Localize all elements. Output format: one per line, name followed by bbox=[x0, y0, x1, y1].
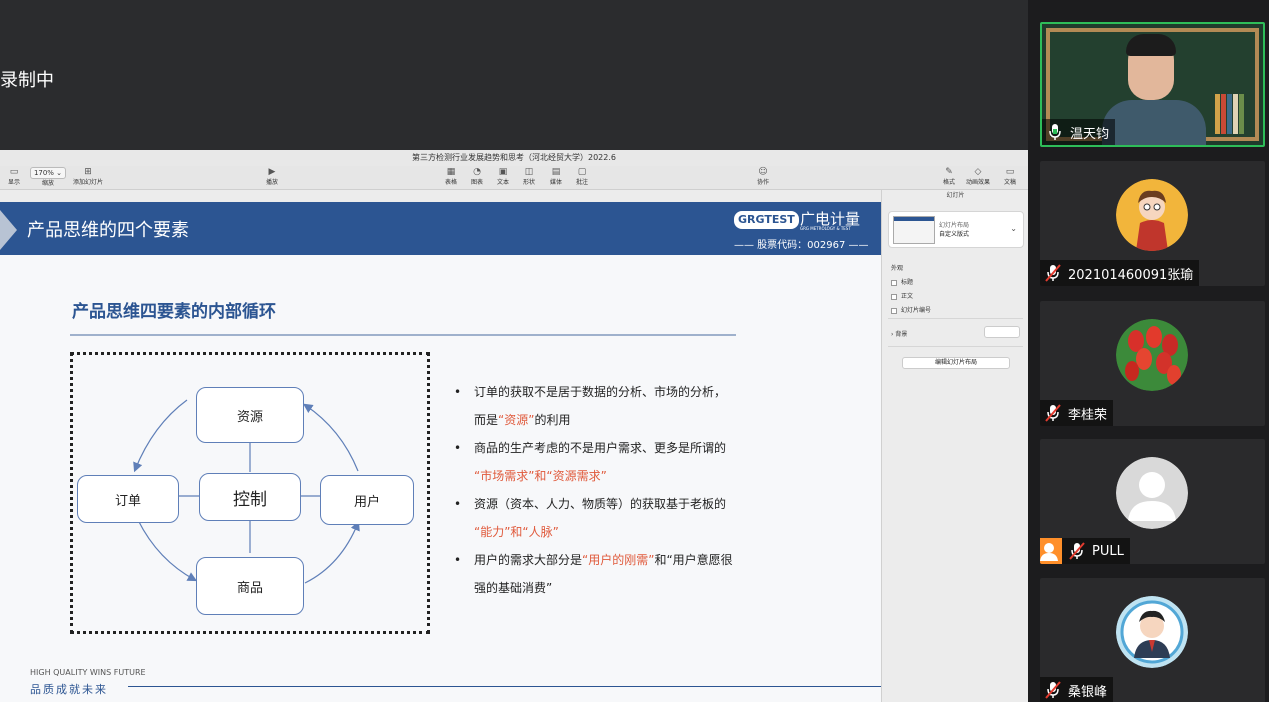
mic-muted-icon bbox=[1045, 404, 1061, 422]
add-slide-button[interactable]: ⊞ 添加幻灯片 bbox=[66, 166, 110, 190]
header-arrow-shape bbox=[0, 210, 17, 250]
collaborate-icon: ☺ bbox=[758, 167, 768, 177]
add-slide-icon: ⊞ bbox=[84, 167, 92, 177]
participant-list: 温天钧 202101460091张瑜 李桂荣 PULL 桑银峰 bbox=[1028, 0, 1269, 702]
background-color-well[interactable] bbox=[984, 326, 1020, 338]
grgtest-logo: GRGTEST bbox=[734, 211, 799, 229]
bullet-item: • 商品的生产考虑的不是用户需求、更多是所谓的 “市场需求”和“资源需求” bbox=[454, 441, 727, 483]
edit-slide-layout-button[interactable]: 编辑幻灯片布局 bbox=[902, 357, 1010, 369]
appearance-label: 外观 bbox=[891, 265, 904, 272]
document-title: 第三方检测行业发展趋势和思考（河北经贸大学）2022.6 bbox=[0, 150, 1028, 166]
bullet-item: • 资源（资本、人力、物质等）的获取基于老板的 “能力”和“人脉” bbox=[454, 497, 727, 539]
keynote-window: 第三方检测行业发展趋势和思考（河北经贸大学）2022.6 ▭ 显示 170% ⌄… bbox=[0, 150, 1028, 702]
avatar bbox=[1116, 457, 1188, 529]
avatar bbox=[1116, 596, 1188, 668]
participant-name-tag: PULL bbox=[1040, 538, 1130, 564]
subtitle-underline bbox=[70, 334, 736, 336]
document-button[interactable]: ▭ 文稿 bbox=[990, 166, 1030, 190]
document-icon: ▭ bbox=[1005, 167, 1015, 177]
body-checkbox[interactable]: 正文 bbox=[891, 291, 913, 300]
comment-icon: ▢ bbox=[577, 167, 587, 177]
participant-name-tag: 202101460091张瑜 bbox=[1040, 260, 1200, 286]
bullet-item: • 订单的获取不是居于数据的分析、市场的分析， 而是“资源”的利用 bbox=[454, 385, 727, 427]
keynote-toolbar: ▭ 显示 170% ⌄ 缩放 ⊞ 添加幻灯片 ▶ 播放 ▦ 表格 ◔ 图表 ▣ … bbox=[0, 166, 1028, 190]
footer-slogan-en: HIGH QUALITY WINS FUTURE bbox=[30, 668, 146, 677]
media-icon: ▤ bbox=[551, 167, 561, 177]
user-badge-icon bbox=[1040, 538, 1062, 564]
participant-name-tag: 李桂荣 bbox=[1040, 400, 1114, 426]
participant-tile[interactable]: 温天钧 bbox=[1040, 22, 1265, 147]
slide-canvas[interactable]: 产品思维的四个要素 GRGTEST 广电计量 GRG METROLOGY & T… bbox=[0, 202, 881, 702]
zoom-select[interactable]: 170% ⌄ bbox=[29, 167, 67, 179]
collaborate-button[interactable]: ☺ 协作 bbox=[743, 166, 783, 190]
participant-name-tag: 桑银峰 bbox=[1040, 677, 1114, 702]
mic-muted-icon bbox=[1045, 681, 1061, 699]
participant-tile[interactable]: 202101460091张瑜 bbox=[1040, 161, 1265, 286]
logo-english-name: GRG METROLOGY & TEST bbox=[800, 226, 851, 231]
format-inspector: 幻灯片 幻灯片布局 自定义版式 ⌄ 外观 标题 正文 幻灯片编号 › 背景 编辑… bbox=[881, 190, 1028, 702]
slide-layout-selector[interactable]: 幻灯片布局 自定义版式 ⌄ bbox=[888, 211, 1024, 248]
table-icon: ▦ bbox=[446, 167, 456, 177]
footer-divider bbox=[128, 686, 881, 687]
footer-slogan-cn: 品质成就未来 bbox=[30, 683, 108, 696]
slide-number-checkbox[interactable]: 幻灯片编号 bbox=[891, 305, 931, 314]
avatar bbox=[1116, 319, 1188, 391]
bullet-item: • 用户的需求大部分是“用户的刚需”和“用户意愿很 强的基础消费” bbox=[454, 553, 733, 595]
shape-icon: ◫ bbox=[524, 167, 534, 177]
play-button[interactable]: ▶ 播放 bbox=[252, 166, 292, 190]
slide-header-bar: 产品思维的四个要素 GRGTEST 广电计量 GRG METROLOGY & T… bbox=[0, 202, 881, 255]
participant-name-tag: 温天钧 bbox=[1042, 119, 1116, 145]
background-label[interactable]: › 背景 bbox=[891, 329, 907, 338]
slide-title: 产品思维的四个要素 bbox=[27, 220, 189, 241]
format-brush-icon: ✎ bbox=[945, 167, 953, 177]
title-checkbox[interactable]: 标题 bbox=[891, 277, 913, 286]
sidebar-icon: ▭ bbox=[9, 167, 19, 177]
recording-status-text: 录制中 bbox=[0, 70, 54, 91]
node-control: 控制 bbox=[199, 473, 301, 521]
text-icon: ▣ bbox=[498, 167, 508, 177]
bullet-list: • 订单的获取不是居于数据的分析、市场的分析， 而是“资源”的利用 • 商品的生… bbox=[452, 378, 772, 602]
zoom-button[interactable]: 170% ⌄ 缩放 bbox=[28, 166, 68, 190]
node-products: 商品 bbox=[196, 557, 304, 615]
chevron-down-icon: ⌄ bbox=[1010, 224, 1017, 233]
node-orders: 订单 bbox=[77, 475, 179, 523]
mic-muted-icon bbox=[1045, 264, 1061, 282]
layout-thumbnail bbox=[893, 216, 935, 244]
play-icon: ▶ bbox=[268, 167, 276, 177]
animate-icon: ◇ bbox=[974, 167, 982, 177]
avatar bbox=[1116, 179, 1188, 251]
participant-tile[interactable]: 桑银峰 bbox=[1040, 578, 1265, 702]
mic-on-icon bbox=[1049, 124, 1061, 140]
mic-muted-icon bbox=[1069, 542, 1085, 560]
cycle-diagram: 资源 订单 控制 用户 商品 bbox=[70, 352, 430, 634]
participant-tile[interactable]: 李桂荣 bbox=[1040, 301, 1265, 426]
inspector-tab-title: 幻灯片 bbox=[946, 192, 965, 199]
node-resources: 资源 bbox=[196, 387, 304, 443]
stock-code: —— 股票代码：002967 —— bbox=[734, 240, 869, 251]
node-users: 用户 bbox=[320, 475, 414, 525]
slide-subtitle: 产品思维四要素的内部循环 bbox=[72, 302, 276, 322]
participant-tile[interactable]: PULL bbox=[1040, 439, 1265, 564]
chart-icon: ◔ bbox=[473, 167, 481, 177]
recording-banner: 录制中 bbox=[0, 0, 1028, 150]
comment-button[interactable]: ▢ 批注 bbox=[562, 166, 602, 190]
